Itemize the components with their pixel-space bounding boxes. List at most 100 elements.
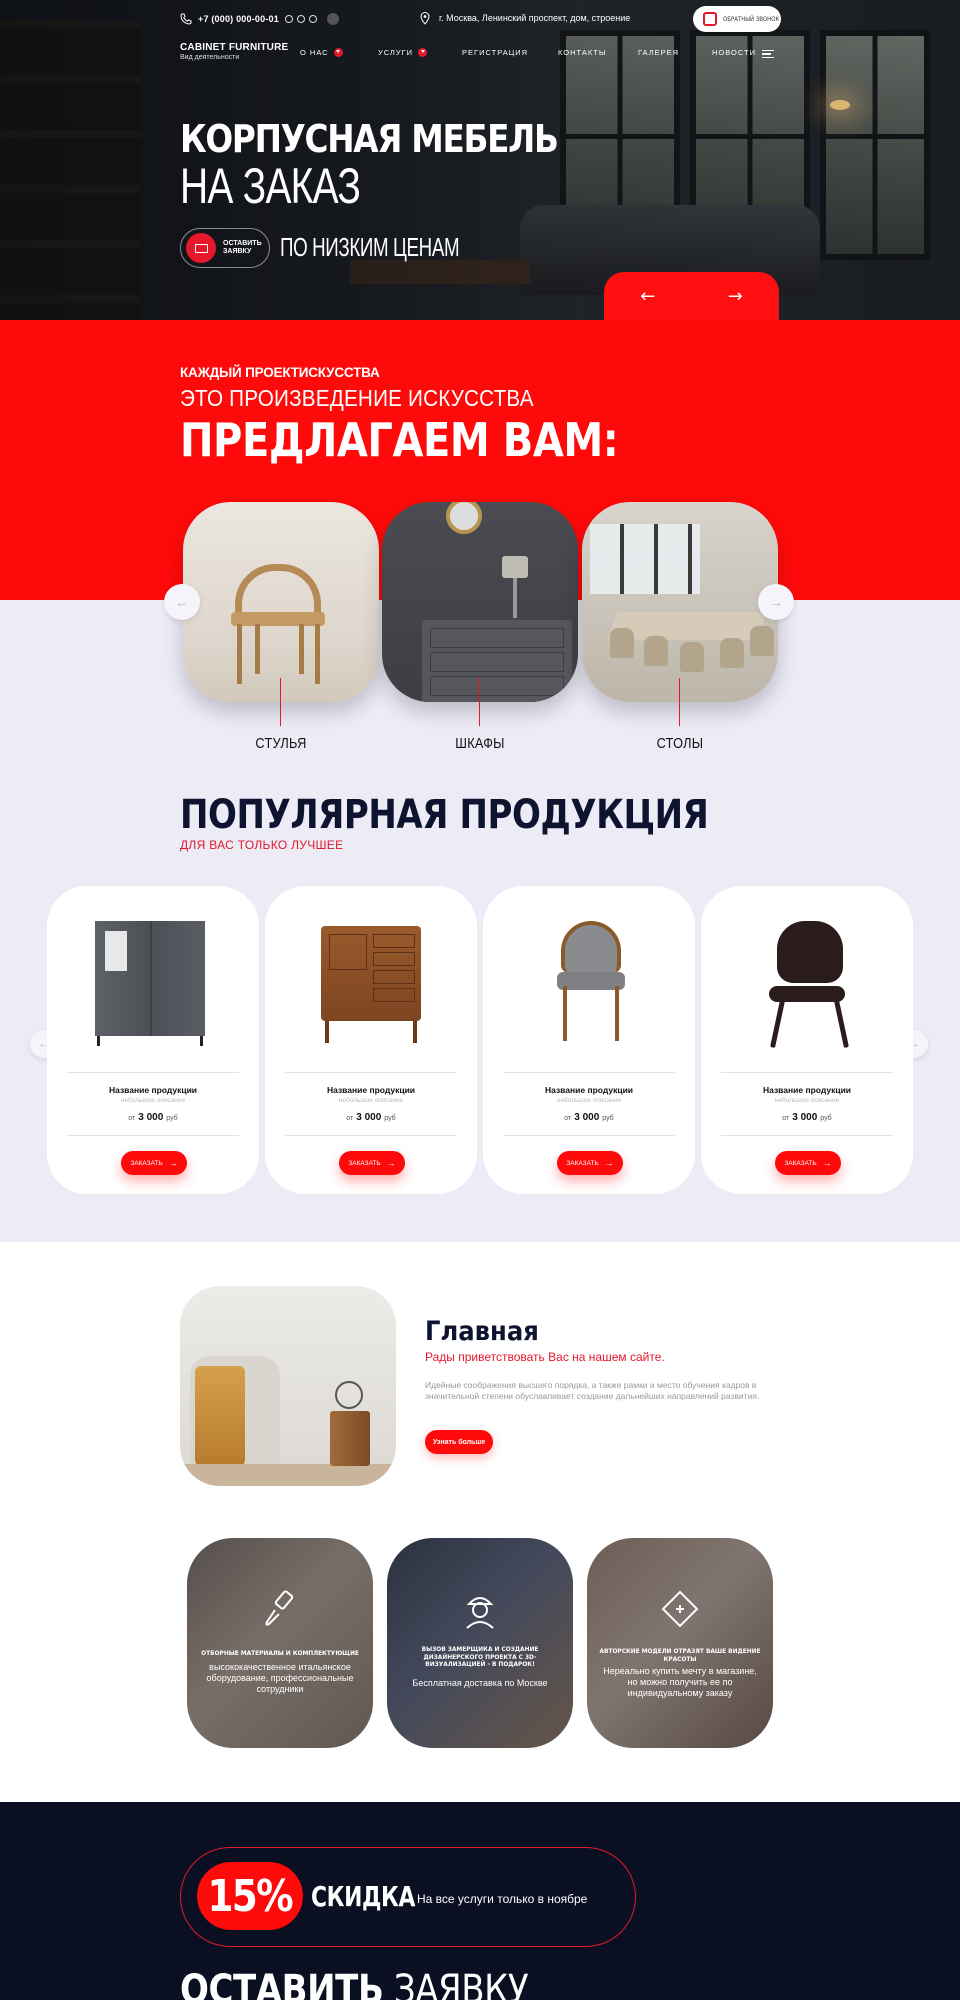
dresser-image — [301, 906, 441, 1056]
hero-title: КОРПУСНАЯ МЕБЕЛЬ НА ЗАКАЗ — [180, 118, 619, 212]
hero-subtitle: ПО НИЗКИМ ЦЕНАМ — [280, 232, 460, 262]
ruler-icon — [661, 1590, 699, 1628]
offer-line2: ЭТО ПРОИЗВЕДЕНИЕ ИСКУССТВА — [180, 385, 534, 411]
topbar: +7 (000) 000-00-01 г. Москва, Ленинский … — [180, 8, 780, 30]
category-next-arrow[interactable]: → — [758, 584, 794, 620]
learn-more-button[interactable]: Узнать больше — [425, 1430, 493, 1454]
hero-title-line2: НА ЗАКАЗ — [180, 158, 361, 214]
worker-icon — [466, 1597, 494, 1629]
nav-item-contacts[interactable]: КОНТАКТЫ — [558, 48, 606, 57]
logo-name: CABINET FURNITURE — [180, 42, 289, 53]
feature-description: Нереально купить мечту в магазине, но мо… — [603, 1666, 757, 1698]
product-card[interactable]: Название продукции небольшое описание от… — [47, 886, 259, 1194]
product-description: небольшое описание — [338, 1097, 404, 1104]
order-button[interactable]: ЗАКАЗАТЬ → — [339, 1151, 405, 1175]
product-card[interactable]: Название продукции небольшое описание от… — [483, 886, 695, 1194]
category-card-cabinets[interactable] — [382, 502, 578, 702]
product-name: Название продукции — [762, 1085, 852, 1095]
order-button[interactable]: ЗАКАЗАТЬ → — [121, 1151, 187, 1175]
request-button-label: ОСТАВИТЬ ЗАЯВКУ — [223, 240, 262, 255]
popular-subtitle: ДЛЯ ВАС ТОЛЬКО ЛУЧШЕЕ — [180, 838, 344, 852]
product-name: Название продукции — [108, 1085, 198, 1095]
telegram-icon[interactable] — [284, 15, 293, 23]
callback-label: ОБРАТНЫЙ ЗВОНОК — [723, 15, 780, 23]
about-text: Идейные соображения высшего порядка, а т… — [425, 1380, 760, 1401]
product-name: Название продукции — [544, 1085, 634, 1095]
viber-icon[interactable] — [308, 15, 317, 23]
product-name: Название продукции — [326, 1085, 416, 1095]
product-price: от 3 000 руб — [128, 1112, 178, 1123]
leave-request-title: ОСТАВИТЬ ЗАЯВКУ — [180, 1967, 529, 2000]
arrow-right-icon[interactable]: → — [720, 286, 750, 307]
product-price: от 3 000 руб — [782, 1112, 832, 1123]
order-button[interactable]: ЗАКАЗАТЬ → — [557, 1151, 623, 1175]
feature-card-materials: ОТБОРНЫЕ МАТЕРИАЛЫ И КОМПЛЕКТУЮЩИЕ высок… — [187, 1538, 373, 1748]
callback-button[interactable]: ОБРАТНЫЙ ЗВОНОК — [693, 6, 781, 32]
nav-item-registration[interactable]: РЕГИСТРАЦИЯ — [462, 48, 528, 57]
chevron-down-icon — [418, 48, 428, 57]
cabinet-image — [83, 906, 223, 1056]
nav-item-about[interactable]: О НАС — [300, 48, 343, 57]
category-label-chairs[interactable]: СТУЛЬЯ — [198, 735, 365, 752]
about-image — [180, 1286, 396, 1486]
category-card-chairs[interactable] — [183, 502, 379, 702]
discount-description: На все услуги только в ноябре — [417, 1892, 588, 1906]
feature-title: ВЫЗОВ ЗАМЕРЩИКА И СОЗДАНИЕ ДИЗАЙНЕРСКОГО… — [421, 1645, 539, 1668]
arrow-right-icon: → — [168, 1158, 178, 1168]
product-price: от 3 000 руб — [564, 1112, 614, 1123]
about-subtitle: Рады приветствовать Вас на нашем сайте. — [425, 1350, 665, 1364]
order-button[interactable]: ЗАКАЗАТЬ → — [775, 1151, 841, 1175]
chevron-down-icon[interactable] — [326, 13, 339, 25]
product-card[interactable]: Название продукции небольшое описание от… — [265, 886, 477, 1194]
feature-title: АВТОРСКИЕ МОДЕЛИ ОТРАЗЯТ ВАШЕ ВИДЕНИЕ КР… — [599, 1647, 761, 1663]
callback-icon — [703, 12, 717, 26]
hero-slider-controls: ← → — [604, 272, 779, 320]
category-card-tables[interactable] — [582, 502, 778, 702]
discount-label: СКИДКА — [311, 1880, 416, 1913]
offer-title: ПРЕДЛАГАЕМ ВАМ: — [180, 413, 619, 467]
feature-card-author-models: АВТОРСКИЕ МОДЕЛИ ОТРАЗЯТ ВАШЕ ВИДЕНИЕ КР… — [587, 1538, 773, 1748]
arrow-left-icon[interactable]: ← — [633, 286, 663, 307]
feature-title: ОТБОРНЫЕ МАТЕРИАЛЫ И КОМПЛЕКТУЮЩИЕ — [201, 1649, 359, 1657]
category-label-tables[interactable]: СТОЛЫ — [597, 735, 764, 752]
offer-kicker: КАЖДЫЙ ПРОЕКТИСКУССТВА — [180, 365, 380, 380]
popular-title: ПОПУЛЯРНАЯ ПРОДУКЦИЯ — [180, 792, 709, 838]
phone-number[interactable]: +7 (000) 000-00-01 — [198, 14, 279, 24]
hero-section: +7 (000) 000-00-01 г. Москва, Ленинский … — [0, 0, 960, 320]
hero-title-line1: КОРПУСНАЯ МЕБЕЛЬ — [180, 117, 559, 161]
category-label-cabinets[interactable]: ШКАФЫ — [397, 735, 564, 752]
address-text: г. Москва, Ленинский проспект, дом, стро… — [439, 13, 631, 23]
lounge-chair-image — [737, 906, 877, 1056]
chevron-down-icon — [333, 48, 343, 57]
feature-description: высококачественное итальянское оборудова… — [206, 1662, 354, 1694]
main-nav: О НАС УСЛУГИ РЕГИСТРАЦИЯ КОНТАКТЫ ГАЛЕРЕ… — [300, 48, 780, 62]
arrow-right-icon: → — [386, 1158, 396, 1168]
dresser-image — [382, 502, 578, 702]
product-description: небольшое описание — [774, 1097, 840, 1104]
product-description: небольшое описание — [556, 1097, 622, 1104]
request-button[interactable]: ОСТАВИТЬ ЗАЯВКУ — [180, 228, 270, 268]
product-card[interactable]: Название продукции небольшое описание от… — [701, 886, 913, 1194]
discount-percent: 15% — [197, 1862, 303, 1930]
menu-icon[interactable] — [762, 50, 774, 58]
category-prev-arrow[interactable]: ← — [164, 584, 200, 620]
map-pin-icon — [420, 12, 430, 25]
armchair-image — [519, 906, 659, 1056]
about-title: Главная — [425, 1316, 539, 1347]
chair-image — [183, 502, 379, 702]
logo[interactable]: CABINET FURNITURE Вид деятельности — [180, 42, 288, 61]
discount-banner: 15% СКИДКА На все услуги только в ноябре — [180, 1847, 636, 1947]
whatsapp-icon[interactable] — [296, 15, 305, 23]
nav-item-gallery[interactable]: ГАЛЕРЕЯ — [638, 48, 679, 57]
product-price: от 3 000 руб — [346, 1112, 396, 1123]
logo-tagline: Вид деятельности — [180, 54, 240, 61]
dining-table-image — [582, 502, 778, 702]
nav-item-services[interactable]: УСЛУГИ — [378, 48, 428, 57]
arrow-right-icon: → — [822, 1158, 832, 1168]
product-description: небольшое описание — [120, 1097, 186, 1104]
mail-icon — [186, 233, 216, 263]
phone-icon — [180, 13, 192, 25]
discount-section: 15% СКИДКА На все услуги только в ноябре… — [0, 1802, 960, 2000]
brush-icon — [265, 1590, 294, 1626]
nav-item-news[interactable]: НОВОСТИ — [712, 48, 756, 57]
